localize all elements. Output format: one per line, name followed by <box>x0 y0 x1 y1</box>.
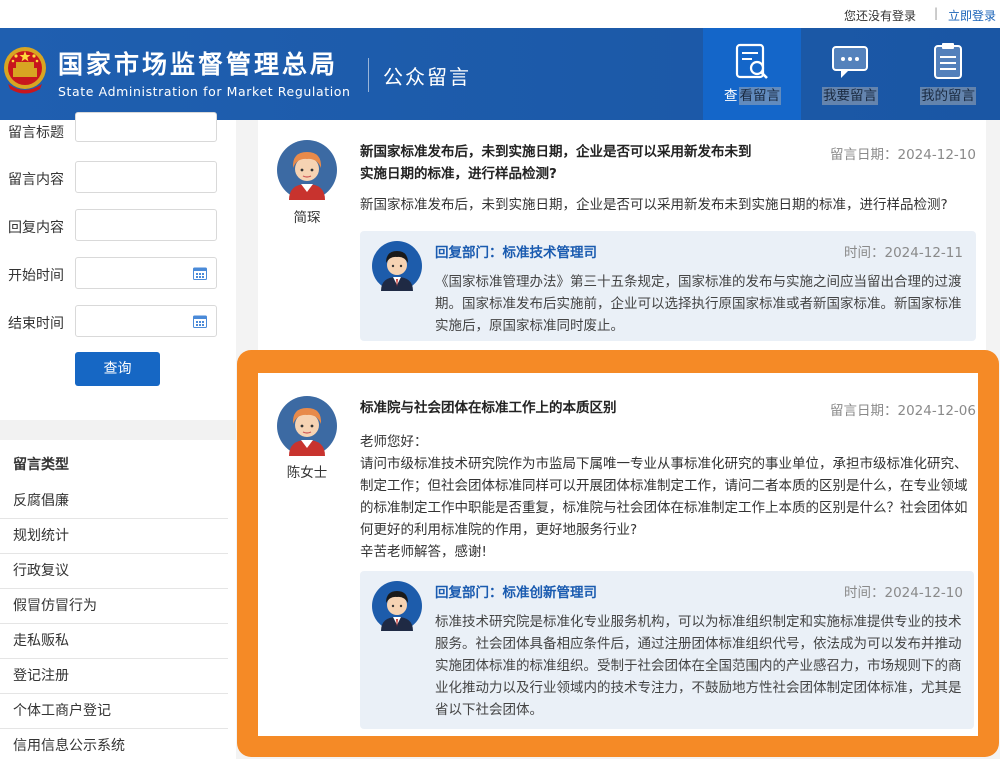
reply-date: 时间：2024-12-10 <box>844 585 963 601</box>
calendar-icon[interactable] <box>193 314 207 328</box>
field-label: 留言内容 <box>8 172 64 188</box>
reply-input[interactable] <box>75 209 217 241</box>
type-item[interactable]: 反腐倡廉 <box>0 484 228 519</box>
sidebar-divider <box>0 420 236 440</box>
form-row-end: 结束时间 <box>0 305 236 341</box>
end-date-input[interactable] <box>75 305 217 337</box>
type-item[interactable]: 行政复议 <box>0 554 228 589</box>
reply-body: 标准技术研究院是标准化专业服务机构，可以为标准组织制定和实施标准提供专业的技术服… <box>435 614 962 718</box>
official-avatar-icon <box>372 241 422 291</box>
reply-box: 回复部门：标准技术管理司 时间：2024-12-11 《国家标准管理办法》第三十… <box>360 231 976 341</box>
message-body: 老师您好： 请问市级标准技术研究院作为市监局下属唯一专业从事标准化研究的事业单位… <box>360 431 972 563</box>
nav-label-part2: 看留言 <box>738 87 781 105</box>
type-item[interactable]: 走私贩私 <box>0 624 228 659</box>
top-strip: 您还没有登录 | 立即登录 <box>0 0 1000 28</box>
message-date: 留言日期：2024-12-10 <box>830 147 976 163</box>
query-button[interactable]: 查询 <box>75 352 160 386</box>
site-title-english: State Administration for Market Regulati… <box>58 84 351 99</box>
national-emblem-icon <box>4 47 46 94</box>
form-row-reply: 回复内容 <box>0 209 236 245</box>
login-link[interactable]: 立即登录 <box>948 7 996 24</box>
user-avatar-icon <box>277 140 337 200</box>
message-card-highlighted: 陈女士 标准院与社会团体在标准工作上的本质区别 留言日期：2024-12-06 … <box>258 373 978 736</box>
filter-sidebar: 留言标题 留言内容 回复内容 开始时间 结束时间 查询 留言类型 反腐倡廉 规划… <box>0 112 236 759</box>
reply-box: 回复部门：标准创新管理司 时间：2024-12-10 标准技术研究院是标准化专业… <box>360 571 974 729</box>
search-document-icon <box>735 43 768 79</box>
start-date-input[interactable] <box>75 257 217 289</box>
nav-leave-message[interactable]: 我要留言 <box>801 28 899 120</box>
field-label: 开始时间 <box>8 268 64 284</box>
author-name: 陈女士 <box>286 465 328 481</box>
message-body: 新国家标准发布后，未到实施日期，企业是否可以采用新发布未到实施日期的标准，进行样… <box>360 197 948 213</box>
list-document-icon <box>934 43 962 79</box>
nav-label: 我的留言 <box>920 87 976 105</box>
header-divider <box>368 58 369 92</box>
message-body-line: 老师您好： <box>360 434 428 450</box>
form-row-content: 留言内容 <box>0 161 236 197</box>
title-input[interactable] <box>75 112 217 142</box>
message-body-line: 辛苦老师解答，感谢! <box>360 544 487 560</box>
top-separator: | <box>933 6 938 20</box>
user-avatar-icon <box>277 396 337 456</box>
site-title: 国家市场监督管理总局 <box>58 50 339 79</box>
message-card: 简琛 新国家标准发布后，未到实施日期，企业是否可以采用新发布未到实施日期的标准，… <box>258 120 986 352</box>
reply-date: 时间：2024-12-11 <box>844 245 963 261</box>
form-row-title: 留言标题 <box>0 112 236 150</box>
field-label: 留言标题 <box>8 125 64 141</box>
message-title[interactable]: 标准院与社会团体在标准工作上的本质区别 <box>360 397 780 419</box>
type-item[interactable]: 信用信息公示系统 <box>0 729 228 759</box>
reply-department: 回复部门：标准创新管理司 <box>435 585 597 601</box>
section-title: 公众留言 <box>383 65 471 89</box>
message-date: 留言日期：2024-12-06 <box>830 403 976 419</box>
login-status: 您还没有登录 <box>843 9 916 23</box>
type-item[interactable]: 假冒仿冒行为 <box>0 589 228 624</box>
form-row-start: 开始时间 <box>0 257 236 293</box>
message-title[interactable]: 新国家标准发布后，未到实施日期，企业是否可以采用新发布未到实施日期的标准，进行样… <box>360 141 760 185</box>
message-types-title: 留言类型 <box>13 457 69 473</box>
reply-body: 《国家标准管理办法》第三十五条规定，国家标准的发布与实施之间应当留出合理的过渡期… <box>435 274 962 334</box>
chat-bubble-icon <box>832 46 868 78</box>
content-input[interactable] <box>75 161 217 193</box>
site-header: 国家市场监督管理总局 State Administration for Mark… <box>0 28 1000 120</box>
type-item[interactable]: 规划统计 <box>0 519 228 554</box>
type-item[interactable]: 个体工商户登记 <box>0 694 228 729</box>
reply-department: 回复部门：标准技术管理司 <box>435 245 597 261</box>
official-avatar-icon <box>372 581 422 631</box>
nav-label-part1: 查 <box>724 88 738 104</box>
field-label: 结束时间 <box>8 316 64 332</box>
author-name: 简琛 <box>293 210 321 226</box>
nav-my-messages[interactable]: 我的留言 <box>899 28 997 120</box>
calendar-icon[interactable] <box>193 266 207 280</box>
message-body-line: 请问市级标准技术研究院作为市监局下属唯一专业从事标准化研究的事业单位，承担市级标… <box>360 456 968 538</box>
nav-view-messages[interactable]: 查看留言 <box>703 28 801 120</box>
field-label: 回复内容 <box>8 220 64 236</box>
nav-label: 我要留言 <box>822 87 878 105</box>
type-item[interactable]: 登记注册 <box>0 659 228 694</box>
